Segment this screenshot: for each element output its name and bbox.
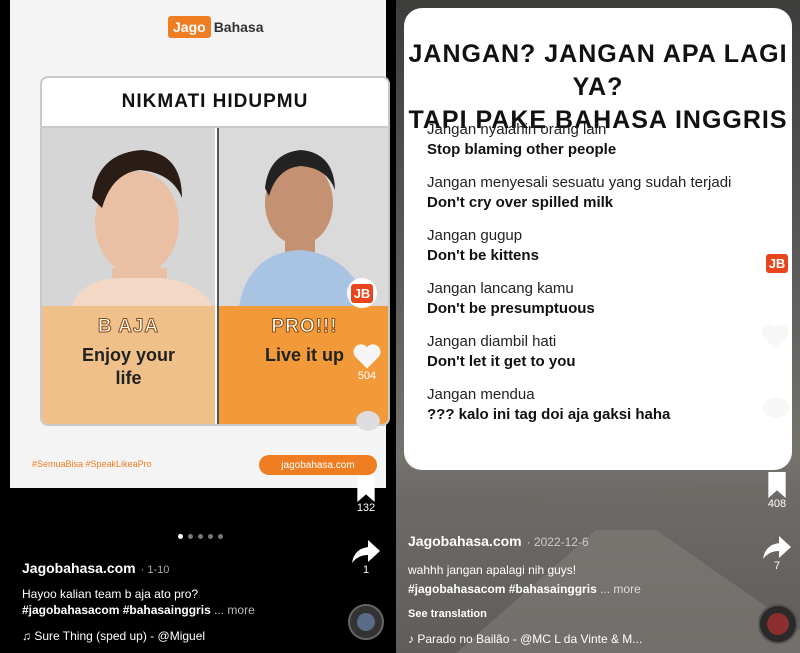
bookmark-button-right[interactable]: 408 [766, 472, 788, 510]
phrase-indonesian: Jangan gugup [427, 227, 523, 244]
option-left-tag: B AJA [97, 316, 160, 338]
more-link[interactable]: ... more [600, 582, 641, 596]
music-label-right[interactable]: ♪ Parado no Bailão - @MC L da Vinte & M.… [408, 632, 642, 646]
jagobahasa-logo: Jago Bahasa [168, 15, 264, 39]
phrase-pair: Jangan lancang kamu Don't be presumptuou… [427, 279, 787, 319]
share-count: 7 [773, 560, 781, 572]
phrase-indonesian: Jangan nyalahin orang lain [427, 121, 607, 138]
heart-icon [353, 344, 381, 369]
site-link[interactable]: jagobahasa.com [259, 455, 377, 475]
music-disc-icon [348, 604, 384, 640]
comment-icon [356, 411, 380, 431]
phrase-indonesian: Jangan lancang kamu [427, 280, 574, 297]
phrase-pair: Jangan mendua ??? kalo ini tag doi aja g… [427, 385, 787, 425]
phrase-indonesian: Jangan mendua [427, 386, 535, 403]
carousel-dots[interactable] [178, 534, 223, 539]
ad-image: Jago Bahasa NIKMATI HIDUPMU B AJA Enjoy … [10, 0, 390, 488]
phrase-english: Don't cry over spilled milk [427, 194, 614, 211]
jb-badge: JB [762, 248, 792, 278]
heart-icon [761, 324, 789, 349]
bookmark-count: 132 [356, 502, 376, 514]
jb-badge: JB [347, 278, 377, 308]
logo-jago: Jago [168, 16, 211, 38]
caption-left: Hayoo kalian team b aja ato pro? #jagoba… [22, 586, 322, 618]
post-date: · 1-10 [140, 564, 170, 576]
profile-badge-left[interactable]: JB [347, 278, 377, 308]
carousel-dot[interactable] [188, 534, 193, 539]
phrase-list: Jangan nyalahin orang lain Stop blaming … [427, 120, 787, 438]
person-photo-left [42, 128, 215, 306]
author-name[interactable]: Jagobahasa.com [22, 560, 136, 576]
phrase-pair: Jangan gugup Don't be kittens [427, 226, 787, 266]
option-left-text: Enjoy your life [81, 345, 175, 388]
phrase-indonesian: Jangan diambil hati [427, 333, 557, 350]
music-disc-icon [758, 604, 798, 644]
comment-button-right[interactable]: 10 [762, 396, 790, 434]
like-button-left[interactable]: 504 [352, 342, 382, 382]
caption-right: wahhh jangan apalagi nih guys! #jagobaha… [408, 561, 708, 599]
share-icon [763, 536, 791, 559]
phrase-english: Don't let it get to you [427, 353, 576, 370]
post-date: · 2022-12-6 [526, 535, 589, 549]
note-title-line1: JANGAN? JANGAN APA LAGI YA? [408, 40, 788, 101]
carousel-dot[interactable] [208, 534, 213, 539]
see-translation-link[interactable]: See translation [408, 608, 487, 620]
option-right-tag: PRO!!! [271, 316, 338, 338]
option-right-text: Live it up [264, 345, 344, 365]
caption-hashtags[interactable]: #jagobahasacom #bahasainggris [22, 603, 211, 617]
like-count: 504 [357, 370, 377, 382]
sound-disc-left[interactable] [348, 604, 384, 640]
jb-badge-text: JB [350, 283, 374, 303]
phrase-indonesian: Jangan menyesali sesuatu yang sudah terj… [427, 174, 732, 191]
more-link[interactable]: ... more [214, 603, 255, 617]
jb-badge-text: JB [765, 253, 789, 273]
caption-text: Hayoo kalian team b aja ato pro? [22, 587, 199, 601]
card-title: NIKMATI HIDUPMU [42, 78, 388, 128]
caption-text: wahhh jangan apalagi nih guys! [408, 563, 577, 577]
carousel-dot[interactable] [218, 534, 223, 539]
comment-count: 10 [769, 422, 783, 434]
share-button-left[interactable]: 1 [352, 540, 380, 576]
phrase-pair: Jangan diambil hati Don't let it get to … [427, 332, 787, 372]
phrase-english: Don't be kittens [427, 247, 539, 264]
carousel-dot[interactable] [178, 534, 183, 539]
option-b-aja: B AJA Enjoy your life [42, 306, 215, 424]
right-video-panel[interactable]: JANGAN? JANGAN APA LAGI YA? TAPI PAKE BA… [396, 0, 800, 653]
like-count: 1210 [762, 350, 788, 362]
comment-icon [763, 397, 789, 419]
sound-disc-right[interactable] [758, 604, 798, 644]
bookmark-button-left[interactable]: 132 [355, 476, 377, 514]
profile-badge-right[interactable]: JB [762, 248, 792, 278]
carousel-dot[interactable] [198, 534, 203, 539]
music-label-left[interactable]: ♫ Sure Thing (sped up) - @Miguel [22, 629, 205, 643]
phrase-pair: Jangan menyesali sesuatu yang sudah terj… [427, 173, 787, 213]
author-right[interactable]: Jagobahasa.com · 2022-12-6 [408, 533, 589, 549]
author-left[interactable]: Jagobahasa.com · 1-10 [22, 560, 169, 576]
logo-bahasa: Bahasa [213, 19, 264, 35]
phrase-english: Stop blaming other people [427, 141, 617, 158]
bookmark-count: 408 [767, 498, 787, 510]
share-icon [352, 540, 380, 563]
author-name[interactable]: Jagobahasa.com [408, 533, 522, 549]
comparison-card: NIKMATI HIDUPMU B AJA Enjoy your life PR… [40, 76, 390, 426]
ad-hashtags: #SemuaBisa #SpeakLikeaPro [32, 459, 152, 469]
share-count: 1 [362, 564, 370, 576]
like-button-right[interactable]: 1210 [760, 322, 790, 362]
comment-button-left[interactable] [355, 410, 381, 434]
phrase-english: ??? kalo ini tag doi aja gaksi haha [427, 406, 671, 423]
phrase-pair: Jangan nyalahin orang lain Stop blaming … [427, 120, 787, 160]
share-button-right[interactable]: 7 [763, 536, 791, 572]
text-note-card: JANGAN? JANGAN APA LAGI YA? TAPI PAKE BA… [404, 8, 792, 470]
bookmark-icon [768, 472, 786, 498]
phrase-english: Don't be presumptuous [427, 300, 595, 317]
caption-hashtags[interactable]: #jagobahasacom #bahasainggris [408, 582, 597, 596]
left-video-panel[interactable]: Jago Bahasa NIKMATI HIDUPMU B AJA Enjoy … [0, 0, 396, 653]
bookmark-icon [357, 476, 375, 502]
